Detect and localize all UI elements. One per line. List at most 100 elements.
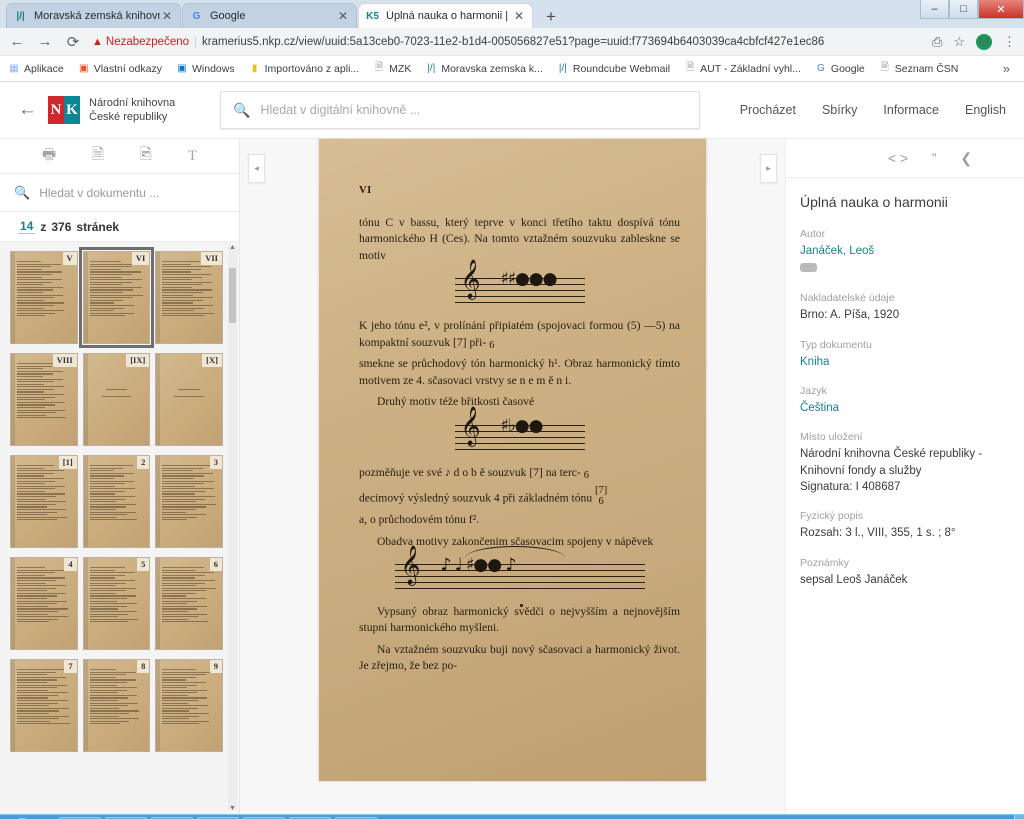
browser-menu-icon[interactable]: ⋮ <box>1003 34 1016 50</box>
bookmark-apps[interactable]: ▦ Aplikace <box>8 62 64 75</box>
search-input[interactable] <box>260 103 687 117</box>
nav-english[interactable]: English <box>965 103 1006 117</box>
paragraph-2-text: K jeho tónu e², v prolínání připiatém (s… <box>359 319 680 349</box>
browser-tab-3[interactable]: K5 Úplná nauka o harmonii | Národ ✕ <box>358 3 533 28</box>
share-icon[interactable]: ❮ <box>960 150 972 167</box>
page-counter: 14 z 376 stránek <box>0 212 239 242</box>
thumbnail-page-6[interactable]: 6 <box>155 557 223 650</box>
document-search[interactable]: 🔍 <box>0 174 239 212</box>
thumbnail-page-4[interactable]: 4 <box>10 557 78 650</box>
bookmark-roundcube-webmail[interactable]: |/| Roundcube Webmail <box>557 63 670 75</box>
fraction-number: 6 <box>489 339 495 351</box>
thumbnail-text-lines <box>162 465 216 538</box>
thumbnail-text-lines <box>16 363 71 436</box>
thumbnail-page-1[interactable]: [1] <box>10 455 78 548</box>
nav-sbirky[interactable]: Sbírky <box>822 103 857 117</box>
text-icon[interactable]: T <box>188 148 197 165</box>
page-paragraph-1: tónu C v bassu, který teprve v konci tře… <box>359 215 680 262</box>
metadata-toolbar: < > ” ❮ <box>786 139 1024 178</box>
thumbnail-list[interactable]: V VI VII VIII [IX] [X] [1] 2 3 4 5 6 7 8 9 ▲ ▼ <box>0 242 239 814</box>
thumbnail-page-7[interactable]: 7 <box>10 659 78 752</box>
thumbnail-page-label: V <box>62 252 77 266</box>
pdf-icon[interactable]: 🗎 <box>92 144 104 169</box>
thumbnail-page-X[interactable]: [X] <box>155 353 223 446</box>
thumbnail-page-VIII[interactable]: VIII <box>10 353 78 446</box>
current-page-input[interactable]: 14 <box>18 219 36 234</box>
thumbnail-page-3[interactable]: 3 <box>155 455 223 548</box>
metadata-field: Fyzický popis Rozsah: 3 l., VIII, 355, 1 … <box>800 510 1010 541</box>
bookmark-importovano[interactable]: ▮ Importováno z apli... <box>249 63 359 75</box>
translate-icon[interactable]: ⎙ <box>932 34 942 50</box>
avatar[interactable]: M <box>976 33 992 50</box>
browser-tab-1[interactable]: |/| Moravská zemská knihovna v Brn ✕ <box>6 3 181 28</box>
close-icon[interactable]: ✕ <box>512 10 526 22</box>
bookmark-mzk[interactable]: 🗎 MZK <box>373 60 411 77</box>
page-viewer[interactable]: ◂ ▸ VI tónu C v bassu, který teprve v ko… <box>240 139 785 814</box>
close-window-button[interactable]: ✕ <box>978 0 1024 19</box>
bookmark-seznam-csn[interactable]: 🗎 Seznam ČSN <box>879 60 959 77</box>
note-group: ♪ ♩ ♯●● ♪ <box>440 554 517 575</box>
start-button[interactable]: ☷ <box>0 815 44 819</box>
code-icon[interactable]: < > <box>888 150 908 166</box>
close-icon[interactable]: ✕ <box>160 10 174 22</box>
global-search[interactable]: 🔍 <box>220 91 700 129</box>
nk-logo[interactable]: N K <box>48 96 80 124</box>
minimize-button[interactable]: – <box>920 0 949 19</box>
thumbnail-page-VII[interactable]: VII <box>155 251 223 344</box>
thumbnail-page-8[interactable]: 8 <box>82 659 151 752</box>
thumbnail-page-5[interactable]: 5 <box>82 557 151 650</box>
nav-prochazet[interactable]: Procházet <box>740 103 796 117</box>
close-icon[interactable]: ✕ <box>336 10 350 22</box>
thumbnail-scrollbar[interactable]: ▲ ▼ <box>228 244 237 812</box>
thumbnail-page-label: [IX] <box>126 354 150 368</box>
scroll-down-icon[interactable]: ▼ <box>228 805 237 812</box>
reload-icon[interactable]: ⟳ <box>64 33 82 51</box>
thumbnail-page-label: 4 <box>64 558 77 572</box>
scrollbar-thumb[interactable] <box>229 268 236 323</box>
logo-letter-k: K <box>64 96 80 124</box>
bookmark-vlastni-odkazy[interactable]: ▣ Vlastní odkazy <box>78 63 162 75</box>
collapse-left-panel-button[interactable]: ◂ <box>248 154 265 183</box>
collapse-right-panel-button[interactable]: ▸ <box>760 154 777 183</box>
bookmarks-overflow-icon[interactable]: » <box>1003 61 1016 76</box>
scroll-up-icon[interactable]: ▲ <box>228 244 237 251</box>
document-search-input[interactable] <box>39 185 225 200</box>
bookmark-windows[interactable]: ▣ Windows <box>176 63 234 75</box>
printer-icon[interactable]: 🖶 <box>42 144 56 169</box>
metadata-field: Autor Janáček, Leoš <box>800 228 1010 277</box>
thumbnail-page-2[interactable]: 2 <box>82 455 151 548</box>
metadata-body: Úplná nauka o harmonii Autor Janáček, Leo… <box>786 178 1024 619</box>
thumbnail-page-9[interactable]: 9 <box>155 659 223 752</box>
metadata-value[interactable]: Janáček, Leoš <box>800 243 1010 259</box>
bookmark-star-icon[interactable]: ☆ <box>953 34 965 50</box>
nav-informace[interactable]: Informace <box>883 103 939 117</box>
thumbnail-page-VI[interactable]: VI <box>78 247 155 348</box>
page-paragraph-9: Vypsaný obraz harmonický svědči o nejvyš… <box>359 604 680 635</box>
image-icon[interactable]: 🖻 <box>140 144 152 169</box>
thumbnail-page-label: [1] <box>58 456 77 470</box>
bookmark-moravska-zemska-k[interactable]: |/| Moravska zemska k... <box>425 63 543 75</box>
thumbnail-page-label: 8 <box>137 660 150 674</box>
bookmark-aut-zakladni-vyhl[interactable]: 🗎 AUT - Základní vyhl... <box>684 60 801 77</box>
metadata-value[interactable]: Čeština <box>800 400 1010 416</box>
quote-icon[interactable]: ” <box>932 150 937 166</box>
metadata-value[interactable]: Kniha <box>800 354 1010 370</box>
thumbnail-page-IX[interactable]: [IX] <box>82 353 151 446</box>
show-desktop-button[interactable] <box>1014 814 1024 819</box>
thumbnail-text-lines <box>16 465 71 538</box>
document-page[interactable]: VI tónu C v bassu, který teprve v konci … <box>319 139 706 781</box>
security-label: Nezabezpečeno <box>105 35 190 48</box>
thumbnail-page-V[interactable]: V <box>10 251 78 344</box>
security-indicator[interactable]: ▲ Nezabezpečeno <box>92 36 189 48</box>
back-icon[interactable]: ← <box>8 33 26 50</box>
forward-icon[interactable]: → <box>36 33 54 50</box>
app-back-icon[interactable]: ← <box>18 99 48 121</box>
bookmark-google[interactable]: G Google <box>815 63 865 75</box>
bookmark-label: Aplikace <box>24 62 64 75</box>
scrollbar-track[interactable] <box>228 246 237 810</box>
fraction-denominator: 6 <box>598 495 604 507</box>
maximize-button[interactable]: □ <box>949 0 978 19</box>
browser-tab-2[interactable]: G Google ✕ <box>182 3 357 28</box>
address-bar[interactable]: ▲ Nezabezpečeno | kramerius5.nkp.cz/view… <box>92 31 922 53</box>
new-tab-button[interactable]: + <box>538 6 564 28</box>
